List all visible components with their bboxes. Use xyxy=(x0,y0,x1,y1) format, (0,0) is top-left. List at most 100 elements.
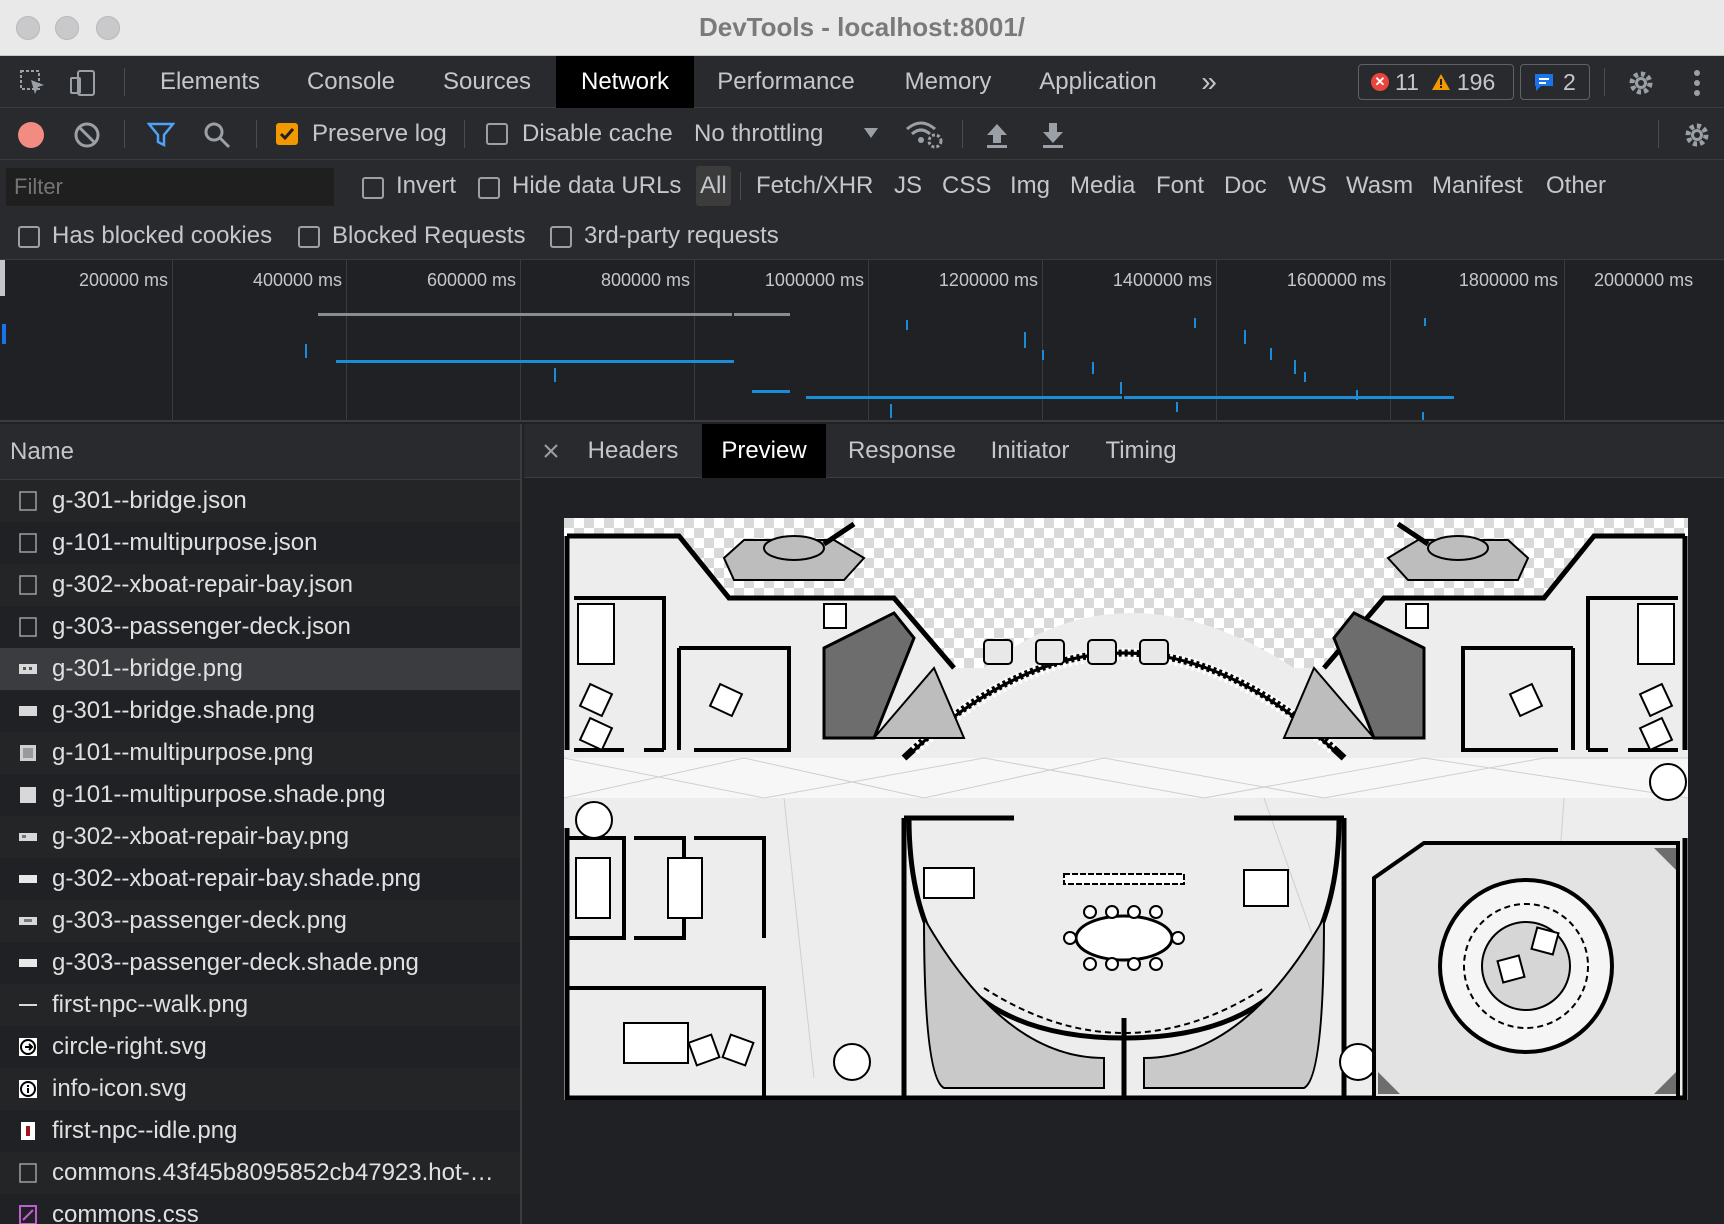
request-name: circle-right.svg xyxy=(52,1033,207,1060)
request-row[interactable]: g-301--bridge.shade.png xyxy=(0,690,520,732)
filter-type-media[interactable]: Media xyxy=(1066,166,1139,206)
tab-console[interactable]: Console xyxy=(290,56,412,108)
image-thumbnail-icon xyxy=(20,787,36,803)
has-blocked-cookies-checkbox[interactable] xyxy=(18,226,40,248)
divider xyxy=(256,120,257,148)
network-conditions-icon[interactable] xyxy=(904,118,944,150)
close-icon[interactable] xyxy=(538,438,564,464)
tab-preview[interactable]: Preview xyxy=(702,424,826,478)
request-row[interactable]: commons.43f45b8095852cb47923.hot-… xyxy=(0,1152,520,1194)
chevron-down-icon[interactable] xyxy=(860,122,882,144)
filter-type-img[interactable]: Img xyxy=(1006,166,1054,206)
filter-icon[interactable] xyxy=(146,120,176,150)
preserve-log-checkbox[interactable] xyxy=(276,123,298,145)
request-row[interactable]: g-302--xboat-repair-bay.json xyxy=(0,564,520,606)
throttling-select[interactable]: No throttling xyxy=(694,108,823,160)
network-overview-timeline[interactable]: 200000 ms 400000 ms 600000 ms 800000 ms … xyxy=(0,260,1724,422)
tab-initiator[interactable]: Initiator xyxy=(980,424,1080,478)
more-options-icon[interactable] xyxy=(1682,66,1712,100)
upload-har-icon[interactable] xyxy=(982,120,1012,150)
messages-counter[interactable]: 2 xyxy=(1520,64,1590,100)
file-icon xyxy=(19,1163,37,1183)
divider xyxy=(962,120,963,148)
image-thumbnail-icon xyxy=(19,833,37,841)
has-blocked-cookies-label: Has blocked cookies xyxy=(52,222,273,249)
filter-type-doc[interactable]: Doc xyxy=(1220,166,1271,206)
filter-input[interactable] xyxy=(6,168,334,206)
filter-type-other[interactable]: Other xyxy=(1542,166,1610,206)
third-party-requests-label: 3rd-party requests xyxy=(584,222,779,249)
tab-elements[interactable]: Elements xyxy=(148,56,272,108)
request-row-selected[interactable]: g-301--bridge.png xyxy=(0,648,520,690)
hide-data-urls-checkbox[interactable] xyxy=(478,177,500,199)
network-settings-gear-icon[interactable] xyxy=(1680,120,1714,150)
circle-right-icon xyxy=(19,1038,37,1056)
request-row[interactable]: commons.css xyxy=(0,1194,520,1224)
filter-type-css[interactable]: CSS xyxy=(938,166,995,206)
detail-tab-bar: Headers Preview Response Initiator Timin… xyxy=(524,424,1724,478)
disable-cache-checkbox[interactable] xyxy=(486,123,508,145)
request-row[interactable]: first-npc--idle.png xyxy=(0,1110,520,1152)
name-column-header[interactable]: Name xyxy=(0,424,520,480)
request-name: g-301--bridge.shade.png xyxy=(52,697,315,724)
filter-type-ws[interactable]: WS xyxy=(1284,166,1331,206)
tab-application[interactable]: Application xyxy=(1030,56,1166,108)
download-har-icon[interactable] xyxy=(1038,120,1068,150)
request-name: g-302--xboat-repair-bay.json xyxy=(52,571,354,598)
tab-sources[interactable]: Sources xyxy=(430,56,544,108)
request-detail-panel: Headers Preview Response Initiator Timin… xyxy=(524,424,1724,1224)
request-row[interactable]: circle-right.svg xyxy=(0,1026,520,1068)
filter-type-manifest[interactable]: Manifest xyxy=(1428,166,1527,206)
request-row[interactable]: info-icon.svg xyxy=(0,1068,520,1110)
request-name: g-302--xboat-repair-bay.shade.png xyxy=(52,865,422,892)
divider xyxy=(1604,68,1605,96)
blocked-requests-label: Blocked Requests xyxy=(332,222,526,249)
error-icon: ✕ xyxy=(1371,73,1389,91)
request-row[interactable]: g-301--bridge.json xyxy=(0,480,520,522)
file-icon xyxy=(19,533,37,553)
tab-memory[interactable]: Memory xyxy=(892,56,1004,108)
tab-timing[interactable]: Timing xyxy=(1096,424,1186,478)
search-icon[interactable] xyxy=(202,120,232,150)
request-row[interactable]: g-303--passenger-deck.png xyxy=(0,900,520,942)
third-party-requests-checkbox[interactable] xyxy=(550,226,572,248)
request-row[interactable]: g-303--passenger-deck.shade.png xyxy=(0,942,520,984)
request-row[interactable]: g-302--xboat-repair-bay.png xyxy=(0,816,520,858)
warning-icon xyxy=(1431,74,1450,90)
more-tabs-icon[interactable]: » xyxy=(1192,56,1226,108)
deck-plan-image xyxy=(563,518,1689,1101)
tab-headers[interactable]: Headers xyxy=(578,424,688,478)
sprite-thumbnail-icon xyxy=(21,1122,35,1140)
request-row[interactable]: first-npc--walk.png xyxy=(0,984,520,1026)
blocked-requests-checkbox[interactable] xyxy=(298,226,320,248)
filter-type-fetch-xhr[interactable]: Fetch/XHR xyxy=(752,166,877,206)
file-icon xyxy=(19,575,37,595)
filter-type-font[interactable]: Font xyxy=(1152,166,1208,206)
network-toolbar: Preserve log Disable cache No throttling xyxy=(0,108,1724,160)
filter-type-all[interactable]: All xyxy=(696,166,731,206)
record-button[interactable] xyxy=(16,120,46,150)
request-row[interactable]: g-303--passenger-deck.json xyxy=(0,606,520,648)
issues-counter[interactable]: ✕ 11 196 xyxy=(1358,64,1514,100)
request-row[interactable]: g-101--multipurpose.shade.png xyxy=(0,774,520,816)
clear-icon[interactable] xyxy=(72,120,102,150)
tab-response[interactable]: Response xyxy=(842,424,962,478)
request-row[interactable]: g-302--xboat-repair-bay.shade.png xyxy=(0,858,520,900)
filter-type-js[interactable]: JS xyxy=(890,166,926,206)
image-thumbnail-icon xyxy=(19,1004,37,1006)
request-row[interactable]: g-101--multipurpose.json xyxy=(0,522,520,564)
request-name: g-101--multipurpose.png xyxy=(52,739,314,766)
request-name: g-301--bridge.png xyxy=(52,655,243,682)
request-name: first-npc--idle.png xyxy=(52,1117,238,1144)
tab-network[interactable]: Network xyxy=(556,56,694,108)
settings-gear-icon[interactable] xyxy=(1624,66,1658,100)
tab-performance[interactable]: Performance xyxy=(708,56,864,108)
divider xyxy=(1658,120,1659,148)
inspect-element-icon[interactable] xyxy=(16,66,50,100)
request-row[interactable]: g-101--multipurpose.png xyxy=(0,732,520,774)
device-toolbar-icon[interactable] xyxy=(66,66,100,100)
preserve-log-label: Preserve log xyxy=(312,120,447,147)
filter-type-wasm[interactable]: Wasm xyxy=(1342,166,1417,206)
invert-checkbox[interactable] xyxy=(362,177,384,199)
request-name: g-303--passenger-deck.shade.png xyxy=(52,949,419,976)
